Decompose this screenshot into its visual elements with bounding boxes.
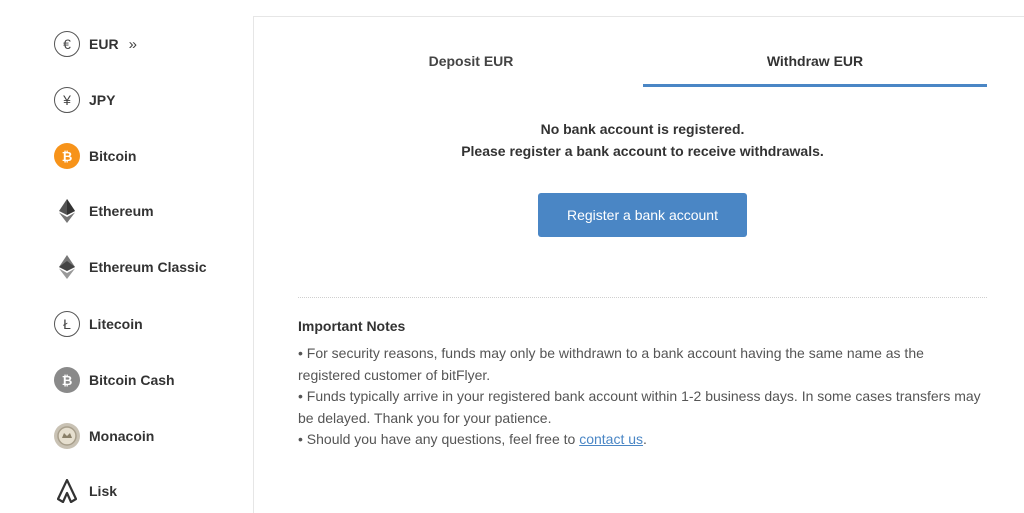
- sidebar-item-monacoin[interactable]: Monacoin: [54, 422, 154, 450]
- bitcoin-icon: ₿: [54, 143, 80, 169]
- sidebar: € EUR » ¥ JPY ₿ Bitcoin Ethereum Ethereu…: [0, 0, 253, 512]
- sidebar-item-label: Ethereum: [89, 203, 154, 219]
- sidebar-item-ethereum-classic[interactable]: Ethereum Classic: [54, 253, 207, 281]
- yen-icon: ¥: [54, 87, 80, 113]
- note-text: • Should you have any questions, feel fr…: [298, 431, 580, 447]
- note-text: .: [643, 431, 647, 447]
- sidebar-item-label: JPY: [89, 92, 116, 108]
- tab-deposit-label: Deposit EUR: [428, 53, 514, 69]
- note-item: • Funds typically arrive in your registe…: [298, 388, 981, 426]
- register-bank-account-button[interactable]: Register a bank account: [538, 193, 747, 237]
- sidebar-item-label: Ethereum Classic: [89, 259, 207, 275]
- sidebar-item-label: Litecoin: [89, 316, 143, 332]
- register-instruction-message: Please register a bank account to receiv…: [461, 143, 824, 159]
- litecoin-icon: Ł: [54, 311, 80, 337]
- sidebar-item-label: Bitcoin Cash: [89, 372, 175, 388]
- important-notes-list: • For security reasons, funds may only b…: [298, 343, 988, 451]
- active-tab-indicator: [643, 84, 987, 87]
- tab-withdraw-label: Withdraw EUR: [766, 53, 864, 69]
- lisk-icon: [54, 478, 80, 504]
- tab-withdraw[interactable]: Withdraw EUR: [643, 47, 987, 87]
- tab-deposit[interactable]: Deposit EUR: [298, 47, 644, 87]
- contact-us-link[interactable]: contact us: [579, 431, 643, 447]
- monacoin-icon: [54, 423, 80, 449]
- note-item: • Should you have any questions, feel fr…: [298, 429, 988, 451]
- sidebar-item-ethereum[interactable]: Ethereum: [54, 197, 154, 225]
- important-notes-title: Important Notes: [298, 318, 406, 334]
- note-item: • For security reasons, funds may only b…: [298, 345, 924, 383]
- sidebar-item-label: EUR: [89, 36, 119, 52]
- sidebar-item-eur[interactable]: € EUR »: [54, 30, 137, 58]
- sidebar-item-bitcoin[interactable]: ₿ Bitcoin: [54, 142, 136, 170]
- bitcoin-cash-icon: ₿: [54, 367, 80, 393]
- euro-icon: €: [54, 31, 80, 57]
- sidebar-item-litecoin[interactable]: Ł Litecoin: [54, 310, 143, 338]
- ethereum-classic-icon: [54, 254, 80, 280]
- sidebar-item-label: Monacoin: [89, 428, 155, 444]
- sidebar-item-jpy[interactable]: ¥ JPY: [54, 86, 115, 114]
- sidebar-item-label: Bitcoin: [89, 148, 137, 164]
- sidebar-item-bitcoin-cash[interactable]: ₿ Bitcoin Cash: [54, 366, 175, 394]
- no-bank-account-message: No bank account is registered.: [540, 121, 745, 137]
- withdraw-panel: Deposit EUR Withdraw EUR No bank account…: [253, 16, 1024, 513]
- sidebar-item-label: Lisk: [89, 483, 118, 499]
- sidebar-item-lisk[interactable]: Lisk: [54, 477, 117, 505]
- chevron-right-icon: »: [128, 35, 137, 53]
- divider: [298, 297, 987, 298]
- ethereum-icon: [54, 198, 80, 224]
